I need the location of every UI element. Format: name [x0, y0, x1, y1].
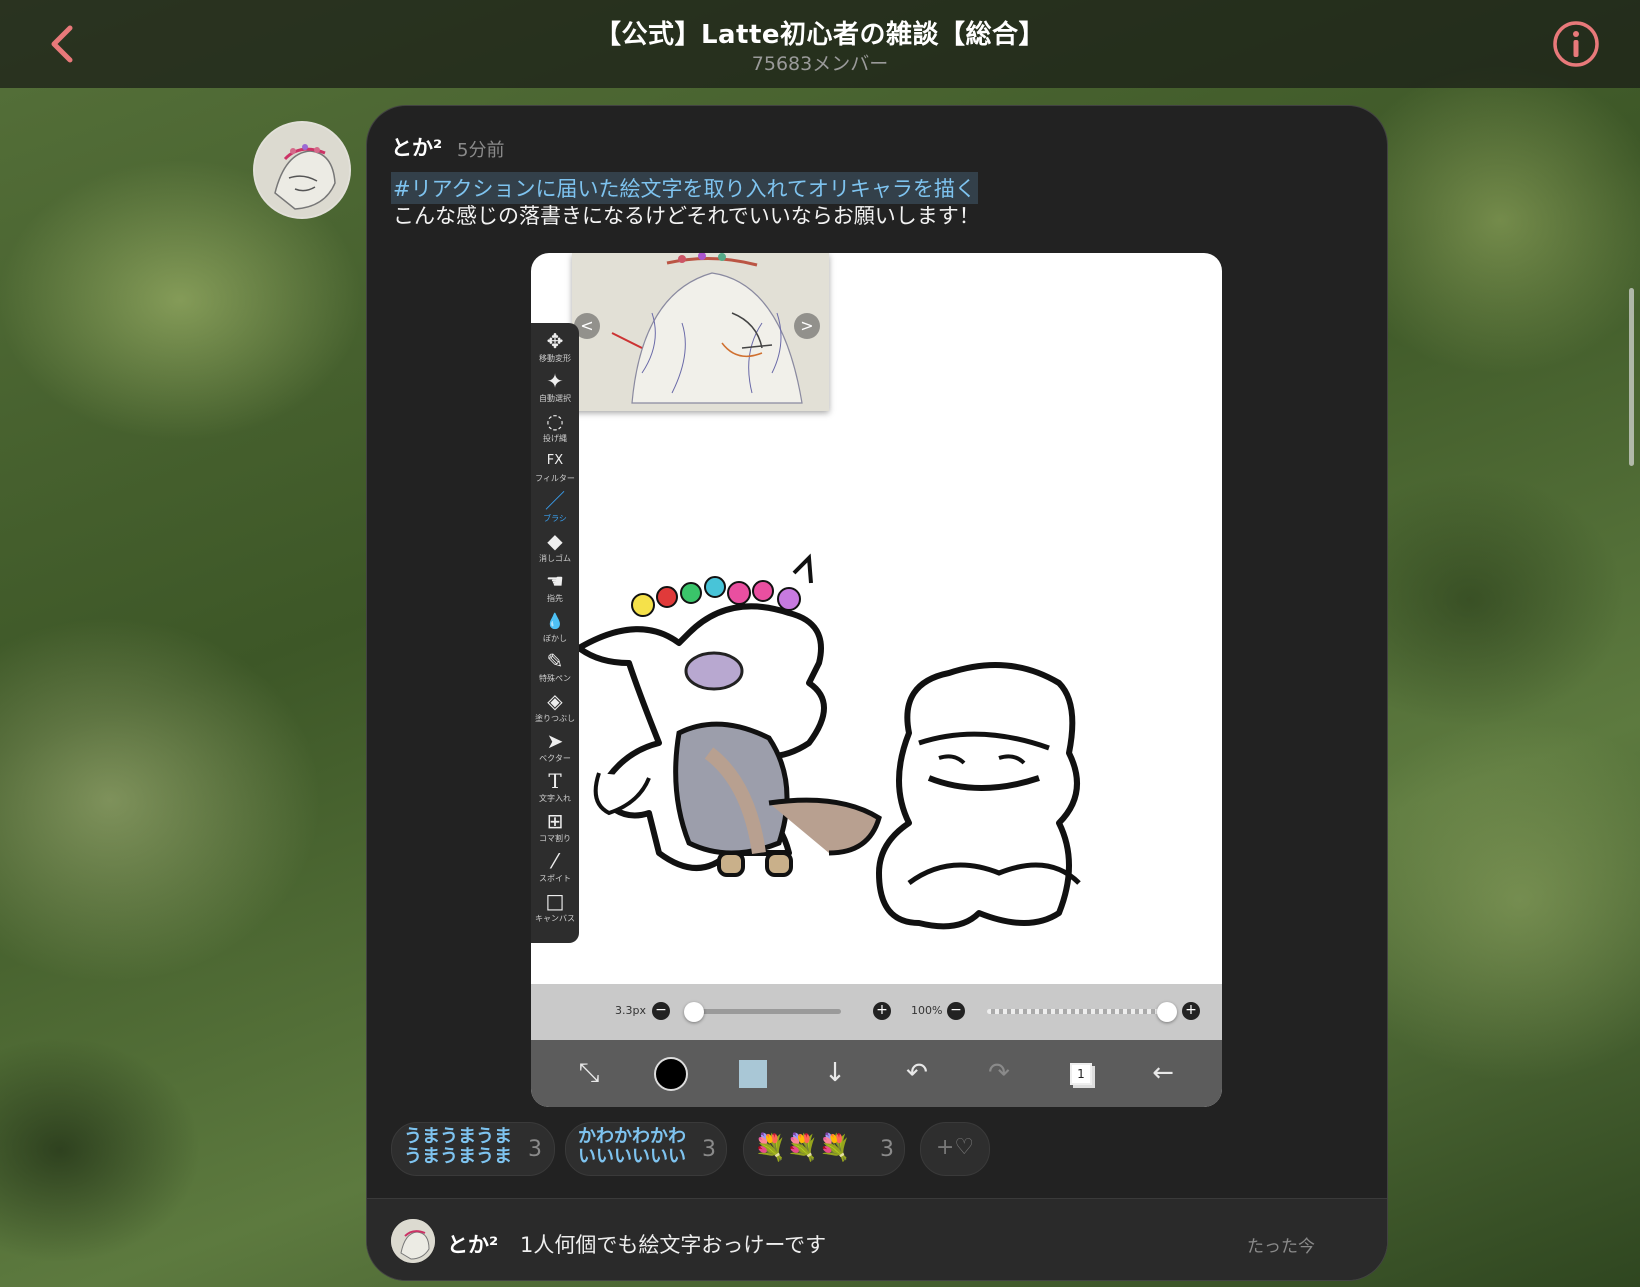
- tool-canvas[interactable]: □ キャンバス: [531, 887, 579, 927]
- reaction-chip[interactable]: 💐💐💐 3: [743, 1122, 905, 1176]
- brush-size-knob[interactable]: [684, 1002, 704, 1022]
- drawing-toolbar: ✥ 移動変形 ✦ 自動選択 ◌ 投げ縄 FX フィルター ／ブラシ ◆ 消しゴム ☚ 指先 …: [531, 323, 579, 943]
- vector-icon: ➤: [546, 729, 564, 753]
- download-icon[interactable]: ↓: [817, 1056, 853, 1090]
- smudge-icon: ☚: [546, 569, 564, 593]
- post-body: こんな感じの落書きになるけどそれでいいならお願いします！: [393, 204, 980, 228]
- comment-text: 1人何個でも絵文字おっけーです: [520, 1233, 827, 1257]
- reaction-count: 3: [702, 1137, 716, 1162]
- brush-size-slider[interactable]: [684, 1002, 841, 1022]
- reaction-chip[interactable]: かわかわかわ いいいいいい 3: [565, 1122, 727, 1176]
- brush-size-increase-button[interactable]: +: [873, 1002, 891, 1020]
- post-card: とか² 5分前 #リアクションに届いた絵文字を取り入れてオリキャラを描く こんな…: [366, 105, 1388, 1281]
- move-transform-icon: ✥: [546, 329, 564, 353]
- info-circle-icon: [1553, 21, 1599, 67]
- avatar-drawing: [255, 123, 349, 217]
- opacity-slider[interactable]: [987, 1002, 1177, 1022]
- undo-icon[interactable]: ↶: [899, 1056, 935, 1090]
- comment-author[interactable]: とか²: [447, 1229, 498, 1259]
- reaction-chip[interactable]: うまうまうま うまうまうま 3: [391, 1122, 555, 1176]
- add-heart-icon: +♡: [935, 1135, 975, 1160]
- tool-fill[interactable]: ◈ 塗りつぶし: [531, 687, 579, 727]
- tool-eraser[interactable]: ◆ 消しゴム: [531, 527, 579, 567]
- brush-size-value: 3.3px: [615, 1004, 646, 1017]
- color-swatch-icon[interactable]: [653, 1056, 689, 1091]
- blur-icon: 💧: [545, 612, 565, 630]
- opacity-decrease-button[interactable]: −: [947, 1002, 965, 1020]
- reference-image: [572, 253, 829, 411]
- tool-smudge[interactable]: ☚ 指先: [531, 567, 579, 607]
- comment-avatar[interactable]: [391, 1219, 435, 1263]
- secondary-color-icon[interactable]: [735, 1056, 771, 1090]
- canvas-icon: □: [545, 889, 565, 913]
- next-image-arrow[interactable]: >: [794, 313, 820, 339]
- drawing-bottom-bar: ⤡ ↓ ↶ ↷ 1 ←: [531, 1040, 1222, 1107]
- brush-icon: ／: [545, 489, 565, 513]
- tool-move-transform[interactable]: ✥ 移動変形: [531, 327, 579, 367]
- member-count: 75683メンバー: [751, 53, 889, 75]
- frame-divider-icon: ⊞: [546, 809, 564, 833]
- brush-slider-bar: 3.3px − + 100% − +: [531, 984, 1222, 1040]
- tool-frame-divider[interactable]: ⊞ コマ割り: [531, 807, 579, 847]
- eraser-icon: ◆: [547, 529, 563, 553]
- chevron-left-icon: [51, 25, 73, 63]
- fill-bucket-icon: ◈: [547, 689, 563, 713]
- lasso-icon: ◌: [546, 409, 564, 433]
- brush-size-decrease-button[interactable]: −: [652, 1002, 670, 1020]
- post-time: 5分前: [457, 140, 505, 161]
- back-arrow-icon[interactable]: ←: [1145, 1056, 1181, 1090]
- character-drawing: [579, 553, 1081, 930]
- page-title: 【公式】Latte初心者の雑談【総合】: [594, 20, 1046, 50]
- eyedropper-icon: ⁄: [553, 849, 557, 873]
- reaction-count: 3: [528, 1137, 542, 1162]
- latest-comment[interactable]: とか² 1人何個でも絵文字おっけーです たった今: [367, 1199, 1387, 1280]
- tool-special-pen[interactable]: ✎ 特殊ペン: [531, 647, 579, 687]
- scrollbar[interactable]: [1629, 288, 1634, 466]
- tool-eyedropper[interactable]: ⁄ スポイト: [531, 847, 579, 887]
- tool-vector[interactable]: ➤ ベクター: [531, 727, 579, 767]
- tool-blur[interactable]: 💧 ぼかし: [531, 607, 579, 647]
- post-author[interactable]: とか²: [391, 132, 442, 162]
- reaction-count: 3: [880, 1137, 894, 1162]
- add-reaction-button[interactable]: +♡: [920, 1122, 990, 1176]
- tool-filter[interactable]: FX フィルター: [531, 447, 579, 487]
- post-image[interactable]: < > ✥ 移動変形 ✦ 自動選択 ◌ 投げ縄 FX フィルター ／ブラシ ◆ 消しゴム …: [531, 253, 1222, 1107]
- tool-text[interactable]: T 文字入れ: [531, 767, 579, 807]
- transform-icon[interactable]: ⤡: [571, 1056, 607, 1090]
- opacity-value: 100%: [911, 1004, 943, 1017]
- text-icon: T: [548, 769, 562, 793]
- avatar[interactable]: [253, 121, 351, 219]
- bouquet-emoji: 💐💐💐: [754, 1133, 852, 1163]
- magic-wand-icon: ✦: [546, 369, 564, 393]
- tool-brush[interactable]: ／ブラシ: [531, 487, 579, 527]
- tool-lasso[interactable]: ◌ 投げ縄: [531, 407, 579, 447]
- opacity-increase-button[interactable]: +: [1182, 1002, 1200, 1020]
- info-button[interactable]: [1552, 20, 1600, 68]
- redo-icon[interactable]: ↷: [981, 1056, 1017, 1090]
- layers-icon[interactable]: 1: [1063, 1056, 1099, 1090]
- opacity-knob[interactable]: [1157, 1002, 1177, 1022]
- filter-fx-icon: FX: [546, 453, 564, 468]
- special-pen-icon: ✎: [546, 649, 564, 673]
- tool-magic-wand[interactable]: ✦ 自動選択: [531, 367, 579, 407]
- back-button[interactable]: [42, 20, 82, 68]
- comment-time: たった今: [1247, 1237, 1315, 1257]
- header-bar: 【公式】Latte初心者の雑談【総合】 75683メンバー: [0, 0, 1640, 88]
